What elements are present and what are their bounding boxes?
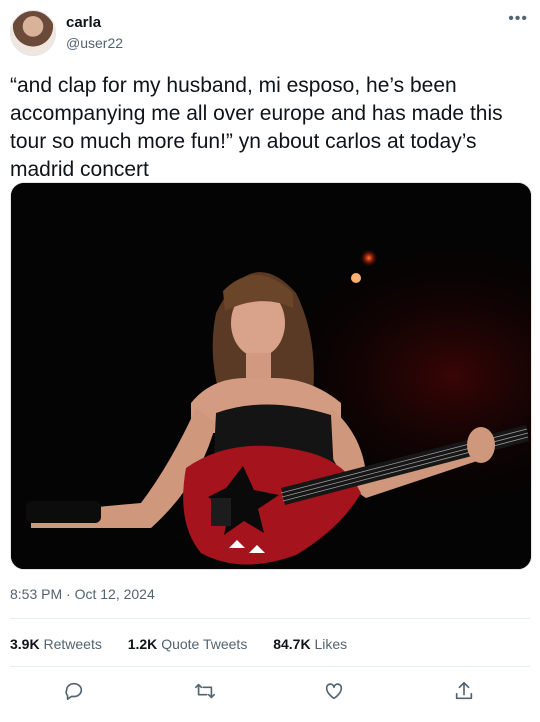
tweet-header: carla @user22 ••• [10, 10, 530, 56]
concert-photo [11, 183, 531, 569]
divider [10, 618, 530, 619]
divider [10, 666, 530, 667]
tweet-text: “and clap for my husband, mi esposo, he’… [10, 74, 503, 181]
retweets-stat[interactable]: 3.9K Retweets [10, 636, 102, 652]
avatar[interactable] [10, 10, 56, 56]
display-name[interactable]: carla [66, 14, 101, 31]
tweet-stats: 3.9K Retweets 1.2K Quote Tweets 84.7K Li… [10, 636, 369, 652]
quote-tweets-count: 1.2K [127, 636, 158, 652]
quote-tweets-stat[interactable]: 1.2K Quote Tweets [128, 636, 248, 652]
likes-label: Likes [314, 636, 348, 652]
retweets-count: 3.9K [10, 636, 40, 652]
more-options-icon[interactable]: ••• [508, 10, 528, 28]
likes-stat[interactable]: 84.7K Likes [273, 636, 347, 652]
retweets-label: Retweets [43, 636, 102, 652]
likes-count: 84.7K [273, 636, 311, 652]
quote-tweets-label: Quote Tweets [161, 636, 248, 652]
tweet-actions [10, 680, 530, 706]
share-icon[interactable] [453, 680, 479, 706]
like-icon[interactable] [323, 680, 349, 706]
reply-icon[interactable] [63, 680, 89, 706]
user-handle[interactable]: @user22 [66, 35, 123, 51]
tweet-timestamp[interactable]: 8:53 PM · Oct 12, 2024 [10, 586, 155, 602]
retweet-icon[interactable] [193, 680, 219, 706]
tweet-image[interactable] [10, 182, 532, 570]
